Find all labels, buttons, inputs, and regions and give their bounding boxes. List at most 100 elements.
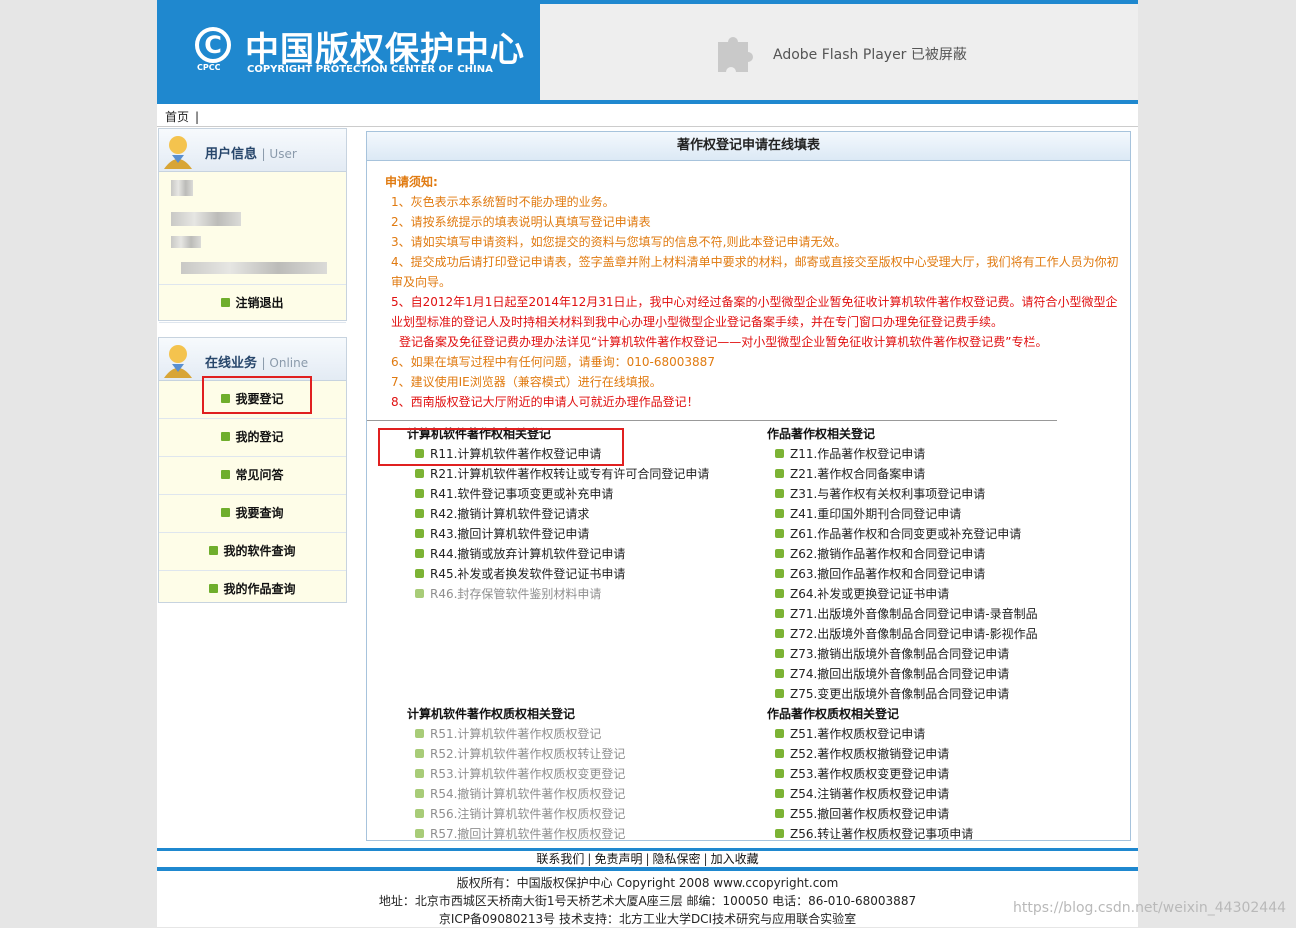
works-pledge-item[interactable]: Z55.撤回著作权质权登记申请 — [767, 804, 973, 824]
breadcrumb-home-link[interactable]: 首页 — [165, 110, 189, 124]
footer-address: 地址：北京市西城区天桥南大街1号天桥艺术大厦A座三层 邮编：100050 电话：… — [378, 894, 917, 908]
note-item: 4、提交成功后请打印登记申请表，签字盖章并附上材料清单中要求的材料，邮寄或直接交… — [391, 255, 1119, 289]
highlight-box-register — [202, 376, 312, 414]
works-pledge-item[interactable]: Z56.转让著作权质权登记事项申请 — [767, 824, 973, 844]
works-pledge-item-label: Z52.著作权质权撤销登记申请 — [790, 747, 950, 761]
note-item: 2、请按系统提示的填表说明认真填写登记申请表 — [391, 215, 651, 229]
footer-bottom-line — [157, 867, 1138, 871]
software-pledge-item[interactable]: R53.计算机软件著作权质权变更登记 — [407, 764, 625, 784]
highlight-box-r11 — [378, 428, 624, 466]
works-item[interactable]: Z21.著作权合同备案申请 — [767, 464, 1038, 484]
site-logo[interactable]: C CPCC 中国版权保护中心 COPYRIGHT PROTECTION CEN… — [157, 0, 540, 104]
footer-links: 联系我们 | 免责声明 | 隐私保密 | 加入收藏 — [157, 851, 1138, 867]
software-item-label: R44.撤销或放弃计算机软件登记申请 — [430, 547, 626, 561]
menu-item-label: 我的作品查询 — [223, 582, 296, 596]
check-bullet-icon — [775, 769, 784, 778]
works-item[interactable]: Z62.撤销作品著作权和合同登记申请 — [767, 544, 1038, 564]
menu-item-label: 我的软件查询 — [223, 544, 296, 558]
footer-link-disclaimer[interactable]: 免责声明 — [594, 852, 642, 866]
main-form-panel: 著作权登记申请在线填表 申请须知: 1、灰色表示本系统暂时不能办理的业务。 2、… — [366, 131, 1131, 841]
check-bullet-icon — [775, 729, 784, 738]
works-item-label: Z41.重印国外期刊合同登记申请 — [790, 507, 962, 521]
check-bullet-icon — [415, 749, 424, 758]
works-pledge-item[interactable]: Z53.著作权质权变更登记申请 — [767, 764, 973, 784]
works-pledge-list: 作品著作权质权相关登记 Z51.著作权质权登记申请 Z52.著作权质权撤销登记申请… — [767, 704, 973, 844]
breadcrumb-separator: | — [195, 110, 200, 124]
check-bullet-icon — [415, 489, 424, 498]
footer-separator: | — [645, 852, 650, 866]
flash-blocked-placeholder[interactable]: Adobe Flash Player 已被屏蔽 — [540, 4, 1138, 100]
works-pledge-item[interactable]: Z54.注销著作权质权登记申请 — [767, 784, 973, 804]
blurred-text — [171, 180, 193, 196]
footer-info: 版权所有：中国版权保护中心 Copyright 2008 www.ccopyri… — [157, 874, 1138, 928]
menu-item-my-registrations[interactable]: 我的登记 — [159, 419, 346, 457]
works-item[interactable]: Z72.出版境外音像制品合同登记申请-影视作品 — [767, 624, 1038, 644]
works-item[interactable]: Z75.变更出版境外音像制品合同登记申请 — [767, 684, 1038, 704]
menu-item-my-software-query[interactable]: 我的软件查询 — [159, 533, 346, 571]
works-item[interactable]: Z63.撤回作品著作权和合同登记申请 — [767, 564, 1038, 584]
software-item[interactable]: R45.补发或者换发软件登记证书申请 — [407, 564, 709, 584]
works-item[interactable]: Z41.重印国外期刊合同登记申请 — [767, 504, 1038, 524]
works-item[interactable]: Z61.作品著作权和合同变更或补充登记申请 — [767, 524, 1038, 544]
menu-item-faq[interactable]: 常见问答 — [159, 457, 346, 495]
footer-link-contact[interactable]: 联系我们 — [536, 852, 584, 866]
check-bullet-icon — [775, 649, 784, 658]
software-item[interactable]: R42.撤销计算机软件登记请求 — [407, 504, 709, 524]
check-bullet-icon — [775, 669, 784, 678]
flash-blocked-text: Adobe Flash Player 已被屏蔽 — [773, 47, 967, 63]
breadcrumb-items: 首页 | — [165, 108, 199, 125]
check-bullet-icon — [775, 449, 784, 458]
online-business-subtitle: | Online — [261, 356, 309, 370]
check-bullet-icon — [775, 509, 784, 518]
check-bullet-icon — [775, 749, 784, 758]
check-bullet-icon — [775, 689, 784, 698]
menu-item-search[interactable]: 我要查询 — [159, 495, 346, 533]
puzzle-plugin-icon — [718, 37, 753, 72]
software-pledge-item[interactable]: R52.计算机软件著作权质权转让登记 — [407, 744, 625, 764]
works-item-label: Z21.著作权合同备案申请 — [790, 467, 926, 481]
software-pledge-item-label: R54.撤销计算机软件著作权质权登记 — [430, 787, 626, 801]
footer-link-privacy[interactable]: 隐私保密 — [653, 852, 701, 866]
page: C CPCC 中国版权保护中心 COPYRIGHT PROTECTION CEN… — [157, 0, 1138, 927]
software-pledge-item[interactable]: R54.撤销计算机软件著作权质权登记 — [407, 784, 625, 804]
arrow-bullet-icon — [221, 508, 231, 517]
works-pledge-item[interactable]: Z51.著作权质权登记申请 — [767, 724, 973, 744]
works-pledge-item[interactable]: Z52.著作权质权撤销登记申请 — [767, 744, 973, 764]
check-bullet-icon — [415, 829, 424, 838]
arrow-bullet-icon — [209, 584, 219, 593]
software-item[interactable]: R43.撤回计算机软件登记申请 — [407, 524, 709, 544]
works-pledge-item-label: Z54.注销著作权质权登记申请 — [790, 787, 950, 801]
software-pledge-item[interactable]: R57.撤回计算机软件著作权质权登记 — [407, 824, 625, 844]
software-item[interactable]: R41.软件登记事项变更或补充申请 — [407, 484, 709, 504]
check-bullet-icon — [415, 729, 424, 738]
software-pledge-item[interactable]: R51.计算机软件著作权质权登记 — [407, 724, 625, 744]
works-item[interactable]: Z73.撤销出版境外音像制品合同登记申请 — [767, 644, 1038, 664]
works-item-label: Z61.作品著作权和合同变更或补充登记申请 — [790, 527, 1022, 541]
software-pledge-item[interactable]: R56.注销计算机软件著作权质权登记 — [407, 804, 625, 824]
works-item[interactable]: Z11.作品著作权登记申请 — [767, 444, 1038, 464]
footer-icp: 京ICP备09080213号 技术支持：北方工业大学DCI技术研究与应用联合实验… — [438, 912, 857, 926]
works-item[interactable]: Z64.补发或更换登记证书申请 — [767, 584, 1038, 604]
note-item: 1、灰色表示本系统暂时不能办理的业务。 — [391, 195, 615, 209]
check-bullet-icon — [415, 809, 424, 818]
works-item[interactable]: Z31.与著作权有关权利事项登记申请 — [767, 484, 1038, 504]
user-info-details-blurred — [159, 172, 346, 284]
software-item[interactable]: R46.封存保管软件鉴别材料申请 — [407, 584, 709, 604]
footer-link-favorite[interactable]: 加入收藏 — [711, 852, 759, 866]
footer-separator: | — [587, 852, 592, 866]
arrow-bullet-icon — [209, 546, 219, 555]
arrow-bullet-icon — [221, 298, 231, 307]
online-business-title: 在线业务 | Online — [205, 352, 308, 371]
software-item[interactable]: R21.计算机软件著作权转让或专有许可合同登记申请 — [407, 464, 709, 484]
works-item[interactable]: Z71.出版境外音像制品合同登记申请-录音制品 — [767, 604, 1038, 624]
check-bullet-icon — [415, 569, 424, 578]
menu-item-my-works-query[interactable]: 我的作品查询 — [159, 571, 346, 608]
software-item-label: R43.撤回计算机软件登记申请 — [430, 527, 590, 541]
user-avatar-icon — [164, 136, 192, 169]
software-item[interactable]: R44.撤销或放弃计算机软件登记申请 — [407, 544, 709, 564]
software-pledge-item-label: R52.计算机软件著作权质权转让登记 — [430, 747, 626, 761]
logout-link[interactable]: 注销退出 — [159, 284, 346, 323]
software-item-label: R46.封存保管软件鉴别材料申请 — [430, 587, 602, 601]
works-item[interactable]: Z74.撤回出版境外音像制品合同登记申请 — [767, 664, 1038, 684]
check-bullet-icon — [415, 769, 424, 778]
